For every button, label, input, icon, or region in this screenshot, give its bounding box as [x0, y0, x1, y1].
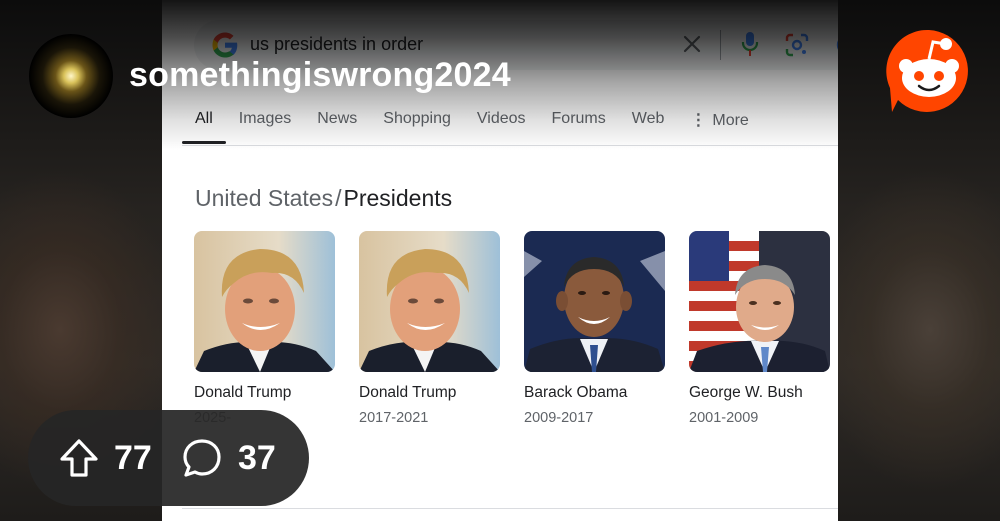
search-tabs: All Images News Shopping Videos Forums W…: [182, 106, 762, 146]
president-years: 2001-2009: [689, 410, 759, 426]
upvote-count: 77: [114, 439, 152, 477]
post-username[interactable]: somethingiswrong2024: [129, 56, 511, 95]
president-card[interactable]: George W. Bush 2001-2009: [689, 231, 830, 426]
reddit-logo: [886, 29, 968, 113]
labs-icon[interactable]: [834, 32, 838, 58]
tab-images[interactable]: Images: [226, 106, 304, 146]
search-divider: [720, 30, 721, 60]
avatar[interactable]: [29, 34, 113, 118]
tab-more[interactable]: ⋮ More: [677, 106, 761, 146]
president-photo: [689, 231, 830, 372]
results-divider: [182, 508, 838, 509]
clear-icon[interactable]: [680, 32, 704, 56]
tab-web[interactable]: Web: [619, 106, 678, 146]
president-card[interactable]: Barack Obama 2009-2017: [524, 231, 665, 426]
breadcrumb-current: Presidents: [343, 185, 453, 211]
post-stats-pill: 77 37: [28, 410, 309, 506]
president-name: George W. Bush: [689, 384, 803, 401]
tab-news[interactable]: News: [304, 106, 370, 146]
google-lens-icon[interactable]: [784, 32, 810, 58]
president-name: Barack Obama: [524, 384, 628, 401]
president-years: 2017-2021: [359, 410, 429, 426]
president-photo: [359, 231, 500, 372]
tab-shopping[interactable]: Shopping: [370, 106, 464, 146]
upvote-icon[interactable]: [58, 437, 100, 479]
search-query[interactable]: us presidents in order: [250, 34, 423, 55]
comment-count: 37: [238, 439, 276, 477]
president-name: Donald Trump: [359, 384, 457, 401]
tab-more-label: More: [712, 112, 749, 129]
president-name: Donald Trump: [194, 384, 292, 401]
president-years: 2009-2017: [524, 410, 594, 426]
president-card[interactable]: Donald Trump 2017-2021: [359, 231, 500, 426]
president-photo: [524, 231, 665, 372]
president-card[interactable]: Donald Trump 2025-: [194, 231, 335, 426]
tabs-divider: [182, 145, 838, 146]
breadcrumb-separator: /: [335, 185, 342, 211]
breadcrumb-parent[interactable]: United States: [195, 185, 333, 211]
tab-forums[interactable]: Forums: [539, 106, 619, 146]
more-vert-icon: ⋮: [690, 112, 707, 129]
tab-all[interactable]: All: [182, 106, 226, 146]
tab-videos[interactable]: Videos: [464, 106, 539, 146]
breadcrumb: United States/Presidents: [195, 185, 452, 212]
microphone-icon[interactable]: [738, 30, 762, 58]
president-photo: [194, 231, 335, 372]
comment-icon[interactable]: [181, 437, 223, 479]
presidents-carousel: Donald Trump 2025-: [194, 231, 830, 426]
